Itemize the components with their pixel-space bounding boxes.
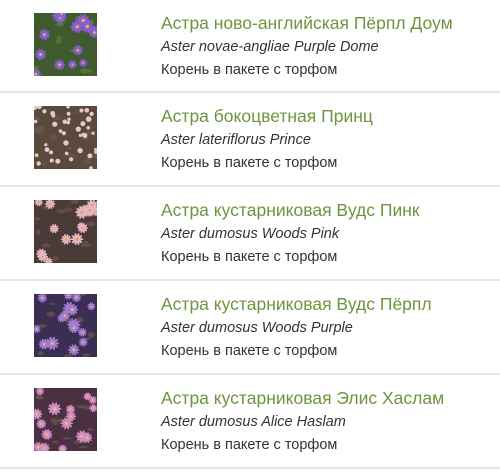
product-title[interactable]: Астра кустарниковая Элис Хаслам [161, 387, 444, 409]
list-item[interactable]: Астра ново-английская Пёрпл Доум Aster n… [0, 0, 500, 93]
product-packaging: Корень в пакете с торфом [161, 249, 338, 265]
product-latin-name: Aster dumosus Woods Pink [161, 226, 340, 242]
product-photo[interactable] [34, 388, 97, 451]
product-photo[interactable] [34, 294, 97, 357]
product-packaging: Корень в пакете с торфом [161, 437, 338, 453]
pink-white-aster-photo [34, 106, 97, 169]
product-latin-name: Aster dumosus Woods Purple [161, 320, 353, 336]
product-title[interactable]: Астра ново-английская Пёрпл Доум [161, 12, 453, 34]
product-title[interactable]: Астра бокоцветная Принц [161, 105, 373, 127]
list-item[interactable]: Астра кустарниковая Вудс Пёрпл Aster dum… [0, 281, 500, 375]
product-latin-name: Aster novae-angliae Purple Dome [161, 39, 379, 55]
product-packaging: Корень в пакете с торфом [161, 155, 338, 171]
product-title[interactable]: Астра кустарниковая Вудс Пёрпл [161, 293, 432, 315]
magenta-aster-photo [34, 388, 97, 451]
product-list: Астра ново-английская Пёрпл Доум Aster n… [0, 0, 500, 469]
list-item[interactable]: Астра бокоцветная Принц Aster lateriflor… [0, 93, 500, 187]
purple-aster-photo [34, 13, 97, 76]
product-packaging: Корень в пакете с торфом [161, 343, 338, 359]
product-latin-name: Aster dumosus Alice Haslam [161, 414, 346, 430]
product-photo[interactable] [34, 13, 97, 76]
product-photo[interactable] [34, 200, 97, 263]
product-latin-name: Aster lateriflorus Prince [161, 132, 311, 148]
product-title[interactable]: Астра кустарниковая Вудс Пинк [161, 199, 420, 221]
violet-aster-photo [34, 294, 97, 357]
list-item[interactable]: Астра кустарниковая Элис Хаслам Aster du… [0, 375, 500, 469]
product-photo[interactable] [34, 106, 97, 169]
list-item[interactable]: Астра кустарниковая Вудс Пинк Aster dumo… [0, 187, 500, 281]
pink-aster-photo [34, 200, 97, 263]
product-packaging: Корень в пакете с торфом [161, 62, 338, 78]
